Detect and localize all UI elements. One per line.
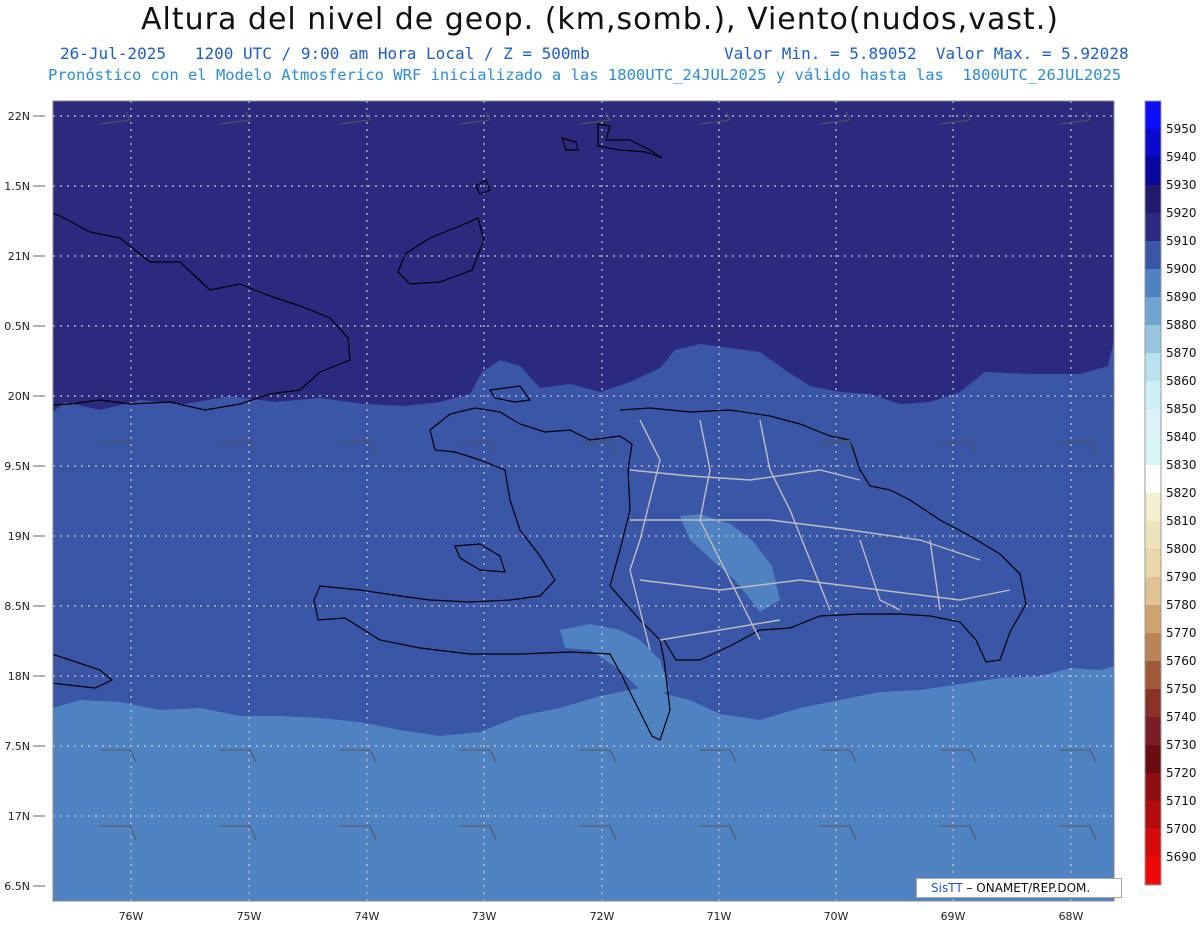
lat-axis: 22N 1.5N 21N 0.5N 20N 9.5N 19N 8.5N 18N …: [4, 110, 30, 893]
lon-label: 76W: [119, 910, 144, 923]
colorbar-label: 5830: [1166, 458, 1197, 472]
lon-axis: 76W 75W 74W 73W 72W 71W 70W 69W 68W: [119, 910, 1084, 923]
colorbar-label: 5710: [1166, 794, 1197, 808]
lat-label: 7.5N: [4, 740, 30, 753]
credit-box: SisTT – ONAMET/REP.DOM.: [916, 878, 1122, 898]
lat-label: 9.5N: [4, 460, 30, 473]
colorbar-label: 5820: [1166, 486, 1197, 500]
map-figure: 22N 1.5N 21N 0.5N 20N 9.5N 19N 8.5N 18N …: [4, 100, 1197, 923]
colorbar-swatch: [1145, 857, 1161, 885]
colorbar-swatch: [1145, 437, 1161, 465]
colorbar-label: 5790: [1166, 570, 1197, 584]
colorbar-label: 5770: [1166, 626, 1197, 640]
lon-label: 73W: [472, 910, 497, 923]
credit-text: – ONAMET/REP.DOM.: [962, 881, 1091, 895]
lat-label: 6.5N: [4, 880, 30, 893]
lon-label: 70W: [824, 910, 849, 923]
colorbar-swatch: [1145, 493, 1161, 521]
colorbar-swatch: [1145, 409, 1161, 437]
colorbar-swatch: [1145, 829, 1161, 857]
colorbar-label: 5930: [1166, 178, 1197, 192]
lon-label: 69W: [941, 910, 966, 923]
lat-label: 17N: [8, 810, 30, 823]
colorbar-swatch: [1145, 633, 1161, 661]
colorbar-label: 5860: [1166, 374, 1197, 388]
colorbar-swatch: [1145, 745, 1161, 773]
colorbar-label: 5840: [1166, 430, 1197, 444]
lon-label: 74W: [355, 910, 380, 923]
colorbar-swatch: [1145, 577, 1161, 605]
colorbar-label: 5810: [1166, 514, 1197, 528]
colorbar-label: 5760: [1166, 654, 1197, 668]
colorbar-label: 5880: [1166, 318, 1197, 332]
lat-label: 18N: [8, 670, 30, 683]
lat-label: 22N: [8, 110, 30, 123]
colorbar-swatch: [1145, 353, 1161, 381]
colorbar-swatch: [1145, 297, 1161, 325]
lat-ticks: [33, 115, 45, 887]
colorbar-swatch: [1145, 101, 1161, 129]
colorbar-label: 5890: [1166, 290, 1197, 304]
lon-label: 71W: [707, 910, 732, 923]
colorbar-swatch: [1145, 717, 1161, 745]
lat-label: 19N: [8, 530, 30, 543]
colorbar-label: 5730: [1166, 738, 1197, 752]
colorbar-swatch: [1145, 213, 1161, 241]
colorbar-label: 5910: [1166, 234, 1197, 248]
colorbar-swatch: [1145, 605, 1161, 633]
colorbar-label: 5750: [1166, 682, 1197, 696]
colorbar-label: 5920: [1166, 206, 1197, 220]
colorbar-swatch: [1145, 157, 1161, 185]
colorbar-label: 5900: [1166, 262, 1197, 276]
colorbar-swatch: [1145, 241, 1161, 269]
colorbar-swatch: [1145, 185, 1161, 213]
colorbar-label: 5780: [1166, 598, 1197, 612]
colorbar-label: 5940: [1166, 150, 1197, 164]
colorbar-label: 5700: [1166, 822, 1197, 836]
colorbar-swatch: [1145, 773, 1161, 801]
lon-label: 72W: [590, 910, 615, 923]
colorbar-swatch: [1145, 269, 1161, 297]
colorbar-label: 5800: [1166, 542, 1197, 556]
colorbar-swatch: [1145, 381, 1161, 409]
lon-label: 68W: [1059, 910, 1084, 923]
lon-label: 75W: [237, 910, 262, 923]
lat-label: 1.5N: [4, 180, 30, 193]
colorbar-label: 5950: [1166, 122, 1197, 136]
colorbar-swatch: [1145, 549, 1161, 577]
colorbar-swatch: [1145, 801, 1161, 829]
lat-label: 8.5N: [4, 600, 30, 613]
sispi-logo: SisTT: [931, 881, 963, 895]
colorbar: 5950 5940 5930 5920 5910 5900 5890 5880 5870 5860…: [1144, 100, 1197, 886]
colorbar-swatch: [1145, 689, 1161, 717]
colorbar-swatch: [1145, 521, 1161, 549]
colorbar-label: 5690: [1166, 850, 1197, 864]
colorbar-label: 5850: [1166, 402, 1197, 416]
colorbar-swatch: [1145, 325, 1161, 353]
colorbar-label: 5870: [1166, 346, 1197, 360]
colorbar-swatch: [1145, 465, 1161, 493]
colorbar-label: 5720: [1166, 766, 1197, 780]
colorbar-swatch: [1145, 661, 1161, 689]
lat-label: 20N: [8, 390, 30, 403]
colorbar-swatch: [1145, 129, 1161, 157]
lat-label: 0.5N: [4, 320, 30, 333]
colorbar-label: 5740: [1166, 710, 1197, 724]
geopotential-shading: [53, 101, 1114, 901]
lat-label: 21N: [8, 250, 30, 263]
